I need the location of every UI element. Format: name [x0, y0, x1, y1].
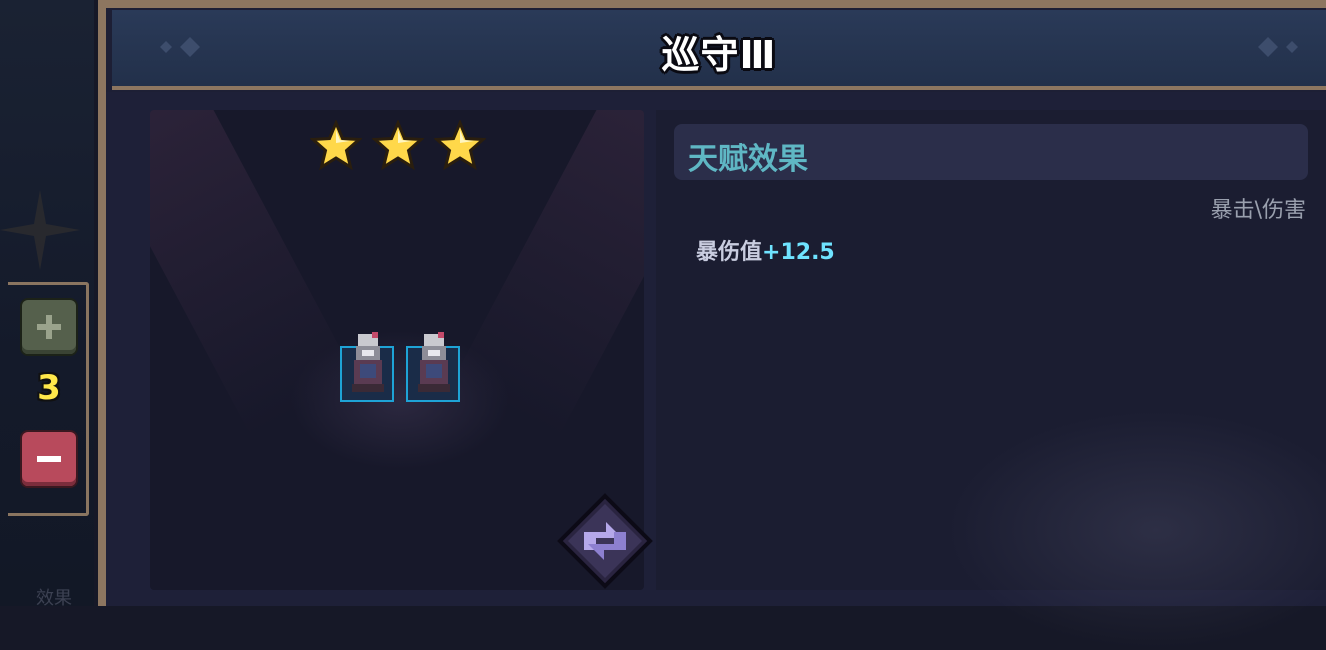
guard-unit-icon	[352, 332, 384, 392]
sparkle-icon	[0, 190, 80, 270]
star-icon	[310, 120, 362, 172]
talent-header-title: 天赋效果	[688, 142, 808, 177]
star-icon	[434, 120, 486, 172]
star-rating	[310, 120, 486, 172]
talent-header: 天赋效果	[674, 124, 1308, 180]
star-icon	[372, 120, 424, 172]
page-title: 巡守Ⅲ	[661, 33, 777, 77]
panel-top-border	[98, 0, 1326, 8]
swap-icon	[557, 493, 653, 589]
minus-icon	[37, 456, 61, 462]
level-count: 3	[37, 368, 61, 408]
stat-value: +12.5	[762, 240, 835, 265]
title-decoration-right-icon	[1258, 37, 1298, 57]
talent-stat: 暴伤值+12.5	[696, 234, 835, 266]
plus-icon	[37, 315, 61, 339]
title-bar: 巡守Ⅲ	[112, 10, 1326, 90]
decrease-button[interactable]	[22, 432, 76, 486]
unit-slot[interactable]	[406, 332, 460, 402]
guard-unit-icon	[418, 332, 450, 392]
left-footer-label: 效果	[36, 588, 72, 609]
unit-slot[interactable]	[340, 332, 394, 402]
stat-label: 暴伤值	[696, 240, 763, 265]
talent-panel	[656, 110, 1326, 650]
floor-spotlight	[290, 330, 510, 470]
swap-button[interactable]	[556, 492, 654, 590]
increase-button[interactable]	[22, 300, 76, 354]
talent-category: 暴击\伤害	[1210, 198, 1306, 223]
background-glow	[946, 410, 1326, 650]
